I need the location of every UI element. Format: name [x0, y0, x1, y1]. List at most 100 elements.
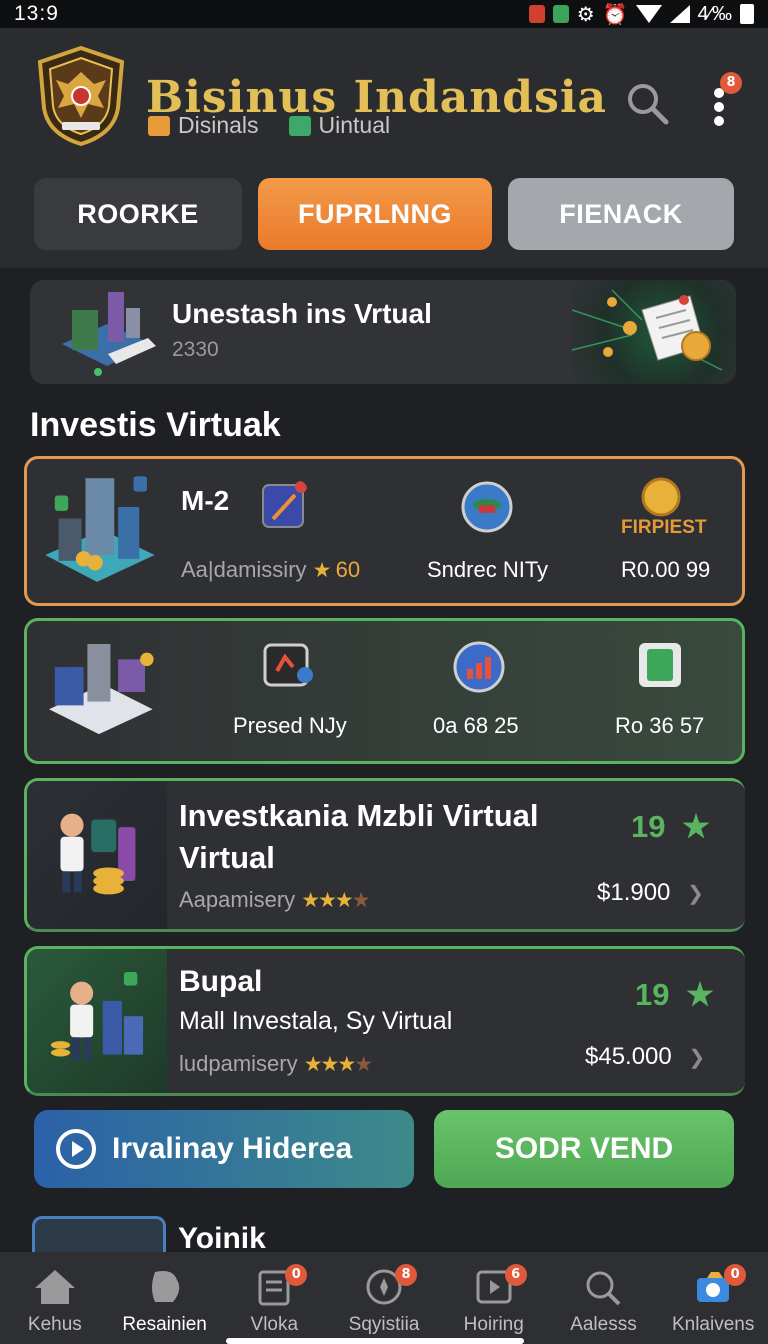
card-tag: FIRPIEST — [621, 517, 707, 538]
nav-item-hoiring[interactable]: 6 Hoiring — [439, 1252, 549, 1344]
nav-item-knlaivens[interactable]: 0 Knlaivens — [658, 1252, 768, 1344]
segment-fuprlnng[interactable]: FUPRLNNG — [258, 178, 492, 250]
card-meta: Aapamisery ★★★★ — [179, 887, 371, 913]
nav-label: Hoiring — [463, 1314, 524, 1335]
building-illustration-icon — [62, 292, 156, 376]
card-price-value: $45.000 — [585, 1043, 672, 1070]
nav-label: Resainien — [122, 1314, 207, 1335]
card-score-value: 19 — [635, 977, 670, 1012]
card-score: 19 ★ — [631, 809, 710, 845]
office-buildings-icon — [49, 644, 154, 735]
header-subtabs: Disinals Uintual — [148, 112, 390, 139]
card-title-line: Investkania Mzbli Virtual — [179, 798, 539, 833]
document-coins-icon — [571, 289, 723, 371]
card-subtitle: Mall Investala, Sy Virtual — [179, 1007, 453, 1035]
nav-label: Sqyistiia — [348, 1314, 420, 1335]
city-buildings-icon — [45, 476, 155, 582]
investment-card[interactable]: Bupal Mall Investala, Sy Virtual ludpami… — [24, 946, 745, 1096]
card-meta-text: Aa|damissiry — [181, 557, 307, 582]
chevron-down-icon[interactable]: ❯ — [688, 1047, 705, 1069]
star-rating-icon: ★★★★ — [303, 1053, 373, 1076]
subtab-disinals[interactable]: Disinals — [148, 112, 259, 139]
search-circle-icon — [56, 1129, 96, 1169]
notification-app-icon — [528, 5, 545, 23]
nav-item-sqyistiia[interactable]: 8 Sqyistiia — [329, 1252, 439, 1344]
card-meta: ludpamisery ★★★★ — [179, 1051, 373, 1077]
subtab-uintual[interactable]: Uintual — [288, 112, 391, 139]
nav-badge: 0 — [285, 1264, 308, 1286]
card-title-line: Virtual — [179, 840, 275, 875]
section-title: Investis Virtuak — [30, 406, 281, 444]
card-score-value: 19 — [631, 809, 666, 844]
nav-item-aalesss[interactable]: Aalesss — [549, 1252, 659, 1344]
nav-label: Kehus — [27, 1314, 82, 1335]
status-icons: ⚙ ⏰ 4∕‰ — [528, 2, 754, 27]
signal-icon — [669, 5, 690, 23]
investment-card[interactable]: Investkania Mzbli Virtual Virtual Aapami… — [24, 778, 745, 932]
wifi-icon — [635, 5, 662, 23]
investment-card[interactable]: Presed NJy 0a 68 25 Ro 36 57 — [24, 618, 745, 764]
status-time: 13:9 — [14, 2, 59, 25]
card-rating: 60 — [335, 557, 361, 582]
investor-coins-icon — [27, 949, 167, 1093]
card-title: M-2 — [181, 485, 230, 516]
card-meta-text: ludpamisery — [179, 1051, 298, 1076]
invest-hidden-button[interactable]: Irvalinay Hiderea — [34, 1110, 414, 1188]
settings-gear-icon: ⚙ — [576, 3, 595, 26]
card-value: R0.00 99 — [621, 557, 711, 582]
app-header: Bisinus Indandsia Disinals Uintual 8 ROO… — [0, 28, 768, 268]
list-item-title: Yoinik — [178, 1222, 266, 1255]
alarm-icon: ⏰ — [602, 3, 628, 26]
sell-vend-button[interactable]: SODR VEND — [434, 1110, 734, 1188]
home-icon — [34, 1270, 75, 1304]
segment-roorke[interactable]: ROORKE — [34, 178, 242, 250]
card-price: $45.000 ❯ — [585, 1043, 705, 1071]
nav-item-resainien[interactable]: Resainien — [110, 1252, 220, 1344]
gold-coin-icon — [641, 477, 681, 517]
status-right-text: 4∕‰ — [697, 2, 732, 25]
nav-item-vloka[interactable]: 0 Vloka — [219, 1252, 329, 1344]
search-button[interactable] — [624, 80, 670, 126]
subtab-label: Disinals — [178, 112, 259, 138]
status-bar: 13:9 ⚙ ⏰ 4∕‰ — [0, 0, 768, 28]
nav-badge: 0 — [724, 1264, 747, 1286]
more-dot — [714, 102, 724, 112]
segment-fienack[interactable]: FIENACK — [508, 178, 734, 250]
growth-chart-icon — [453, 641, 505, 693]
card-price: $1.900 ❯ — [597, 879, 704, 907]
package-icon — [148, 115, 170, 136]
banner-subtitle: 2330 — [172, 338, 219, 361]
garuda-emblem-logo — [37, 45, 125, 147]
nav-label: Knlaivens — [671, 1314, 755, 1335]
puzzle-icon — [151, 1271, 179, 1302]
money-note-icon — [639, 643, 681, 687]
home-indicator[interactable] — [226, 1338, 524, 1344]
tablet-chart-icon — [263, 643, 313, 687]
star-icon: ★ — [312, 559, 332, 582]
investor-person-icon — [27, 781, 167, 929]
card-meta-text: Aapamisery — [179, 887, 296, 912]
battery-icon — [740, 4, 754, 24]
nav-item-kehus[interactable]: Kehus — [0, 1252, 110, 1344]
bottom-navigation: Kehus Resainien 0 Vloka 8 Sqyistiia 6 Ho… — [0, 1252, 768, 1344]
card-label: Presed NJy — [233, 713, 347, 738]
featured-banner[interactable]: Unestash ins Vrtual 2330 — [30, 280, 736, 384]
nav-badge: 6 — [504, 1264, 527, 1286]
investment-card[interactable]: M-2 Aa|damissiry ★ 60 Sndrec NITy FIRPIE… — [24, 456, 745, 606]
search-icon — [586, 1271, 621, 1306]
card-title: Bupal — [179, 965, 263, 998]
card-score: 19 ★ — [635, 977, 714, 1013]
nav-label: Vloka — [250, 1314, 299, 1335]
star-icon: ★ — [682, 809, 710, 844]
subtab-label: Uintual — [318, 112, 391, 138]
star-rating-icon: ★★★★ — [301, 889, 370, 912]
chevron-down-icon[interactable]: ❯ — [687, 883, 704, 905]
card-price-value: $1.900 — [597, 879, 671, 906]
more-dot — [714, 116, 724, 126]
card-value: Ro 36 57 — [615, 713, 705, 738]
nav-badge: 8 — [394, 1264, 417, 1286]
card-center-label: Sndrec NITy — [427, 557, 549, 582]
notification-badge: 8 — [720, 72, 742, 94]
messaging-app-icon — [552, 5, 569, 23]
card-value: 0a 68 25 — [433, 713, 519, 738]
